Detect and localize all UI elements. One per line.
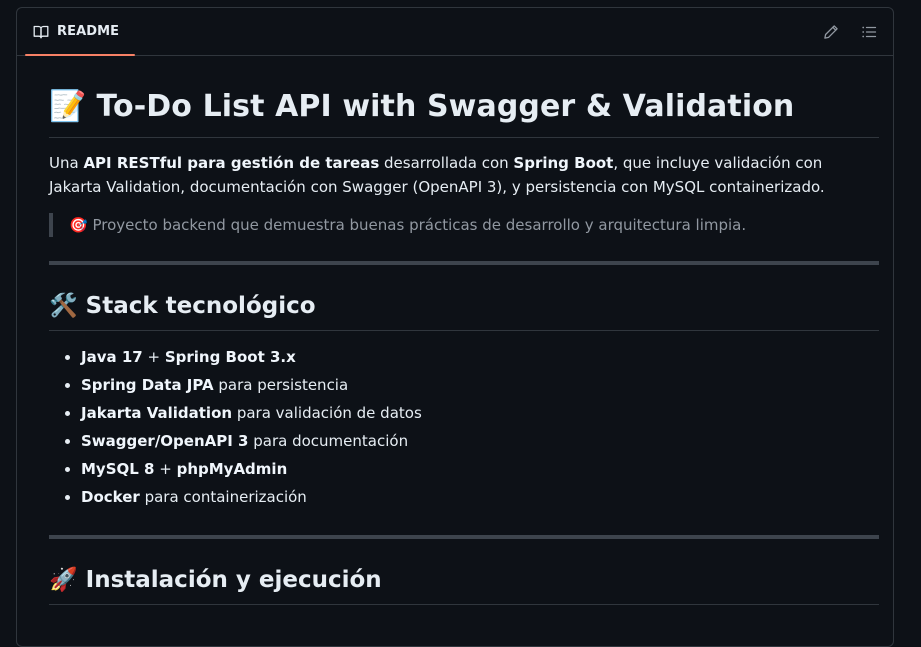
list-item-text: +: [154, 460, 177, 478]
readme-title: 📝 To-Do List API with Swagger & Validati…: [49, 85, 879, 138]
pencil-icon: [823, 24, 839, 40]
list-unordered-icon: [861, 24, 877, 40]
list-item: Spring Data JPA para persistencia: [81, 371, 879, 399]
memo-emoji: 📝: [49, 89, 87, 124]
list-item-bold: Docker: [81, 488, 140, 506]
readme-body: 📝 To-Do List API with Swagger & Validati…: [49, 56, 879, 605]
list-item-bold: Jakarta Validation: [81, 404, 233, 422]
section-divider: [49, 261, 879, 265]
intro-text-1: Una: [49, 154, 84, 172]
list-item-bold: Java 17: [81, 348, 143, 366]
target-emoji: 🎯: [69, 216, 88, 234]
list-item-text: para validación de datos: [232, 404, 422, 422]
readme-header: README: [17, 8, 893, 56]
section-divider: [49, 535, 879, 539]
edit-file-button[interactable]: [815, 16, 847, 48]
list-item: Jakarta Validation para validación de da…: [81, 399, 879, 427]
outline-button[interactable]: [853, 16, 885, 48]
readme-tab[interactable]: README: [25, 8, 136, 56]
stack-heading-text: Stack tecnológico: [85, 293, 316, 319]
list-item: MySQL 8 + phpMyAdmin: [81, 455, 879, 483]
tools-emoji: 🛠️: [49, 292, 78, 319]
intro-bold-1: API RESTful para gestión de tareas: [83, 154, 380, 172]
list-item: Swagger/OpenAPI 3 para documentación: [81, 427, 879, 455]
header-actions: [815, 16, 885, 48]
list-item-bold: Spring Data JPA: [81, 376, 214, 394]
list-item-text: para documentación: [248, 432, 409, 450]
list-item-bold: phpMyAdmin: [176, 460, 288, 478]
intro-paragraph: Una API RESTful para gestión de tareas d…: [49, 151, 879, 199]
install-heading: 🚀 Instalación y ejecución: [49, 563, 879, 605]
stack-heading: 🛠️ Stack tecnológico: [49, 289, 879, 331]
install-heading-text: Instalación y ejecución: [85, 567, 382, 593]
rocket-emoji: 🚀: [49, 566, 78, 593]
intro-text-2: desarrollada con: [379, 154, 514, 172]
list-item-bold: Spring Boot 3.x: [164, 348, 296, 366]
list-item: Java 17 + Spring Boot 3.x: [81, 343, 879, 371]
list-item-bold: MySQL 8: [81, 460, 155, 478]
list-item-text: +: [142, 348, 165, 366]
readme-tab-label: README: [57, 24, 120, 39]
list-item-text: para containerización: [139, 488, 307, 506]
project-quote-text: Proyecto backend que demuestra buenas pr…: [92, 216, 747, 234]
stack-list: Java 17 + Spring Boot 3.x Spring Data JP…: [49, 343, 879, 511]
list-item-text: para persistencia: [213, 376, 349, 394]
readme-panel: README 📝 To-Do List API with Swagger & V…: [16, 7, 894, 647]
intro-bold-2: Spring Boot: [513, 154, 614, 172]
project-quote: 🎯 Proyecto backend que demuestra buenas …: [49, 213, 879, 237]
list-item: Docker para containerización: [81, 483, 879, 511]
book-icon: [33, 24, 49, 40]
readme-title-text: To-Do List API with Swagger & Validation: [96, 89, 795, 124]
list-item-bold: Swagger/OpenAPI 3: [81, 432, 249, 450]
